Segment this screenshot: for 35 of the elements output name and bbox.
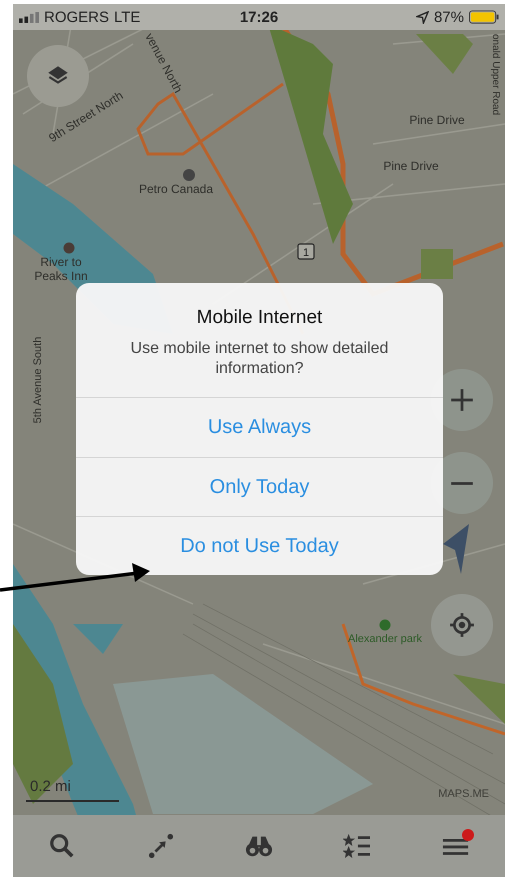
scale-label: 0.2 mi xyxy=(30,778,71,795)
route-icon xyxy=(146,833,175,859)
tree-icon xyxy=(380,620,390,630)
dialog-title: Mobile Internet xyxy=(196,307,324,329)
dialog-option[interactable]: Only Today xyxy=(76,457,443,516)
bed-icon xyxy=(64,242,74,254)
map-attribution: MAPS.ME xyxy=(438,788,489,800)
dialog-option[interactable]: Use Always xyxy=(76,398,443,457)
dialog-message: Use mobile internet to show detailed information? xyxy=(130,339,390,379)
map-label: Pine Drive xyxy=(383,159,439,173)
location-arrow-icon xyxy=(416,10,429,24)
carrier-name: ROGERS xyxy=(44,8,110,26)
park-area xyxy=(421,249,453,279)
crosshair-icon xyxy=(449,612,475,638)
battery-icon xyxy=(469,10,499,24)
network-type: LTE xyxy=(114,8,140,26)
map-label: venue North xyxy=(142,30,186,96)
signal-icon xyxy=(19,12,39,22)
plus-icon xyxy=(449,387,475,413)
clock-time: 17:26 xyxy=(240,8,278,26)
map-label: 5th Avenue South xyxy=(32,336,44,424)
park-area xyxy=(453,674,505,724)
map-label: River to Peaks Inn xyxy=(34,255,88,283)
map-label: onald Upper Road xyxy=(490,34,501,116)
position-arrow-icon xyxy=(443,524,469,574)
star-list-icon xyxy=(343,833,372,859)
park-area xyxy=(416,34,473,74)
minus-icon xyxy=(449,480,475,486)
fuel-icon xyxy=(183,169,195,181)
map-label: Petro Canada xyxy=(138,182,214,196)
map-label: Pine Drive xyxy=(409,113,465,127)
highway-shield: 1 xyxy=(297,243,315,260)
battery-percent: 87% xyxy=(434,8,464,26)
search-icon xyxy=(48,833,76,859)
pond xyxy=(73,624,123,654)
